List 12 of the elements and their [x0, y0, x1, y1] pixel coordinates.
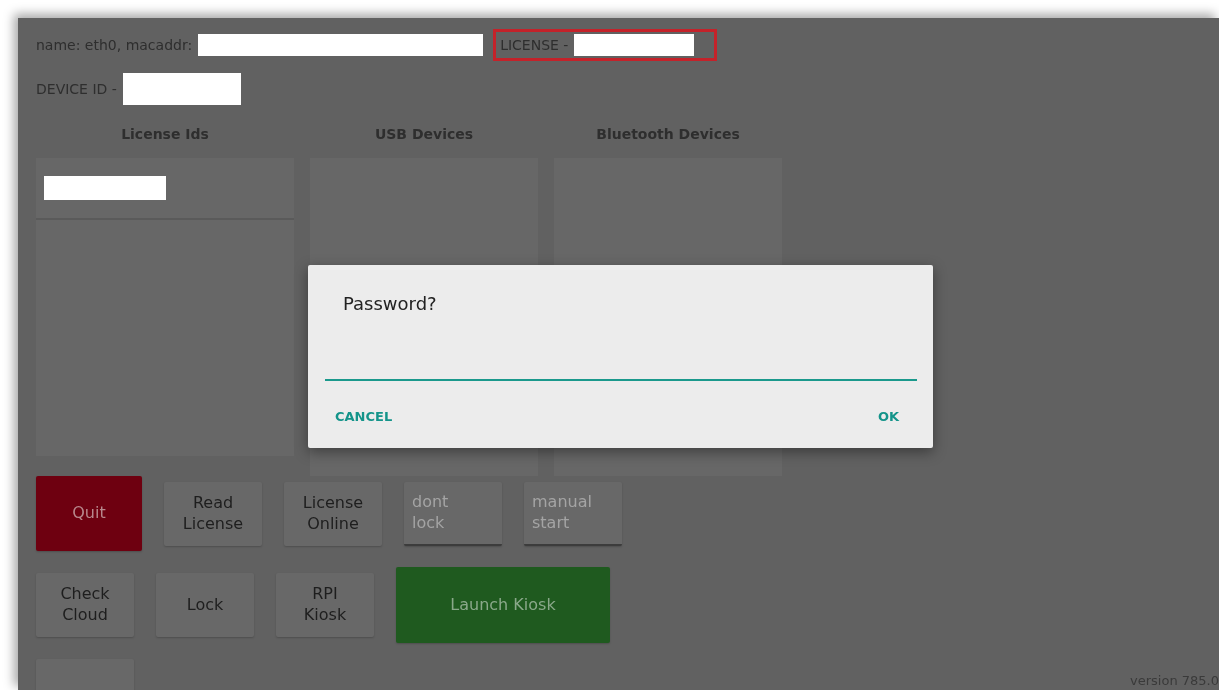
action-button[interactable]: RPI Kiosk [276, 573, 374, 637]
dialog-button[interactable]: OK [867, 405, 909, 428]
action-button[interactable]: License Online [284, 481, 382, 546]
action-button[interactable]: Read License [164, 481, 262, 546]
action-button[interactable]: Lock [156, 573, 254, 637]
action-button[interactable]: Check Cloud [36, 573, 134, 637]
toggle-button[interactable]: dont lock [404, 481, 502, 546]
action-button[interactable]: Launch Kiosk [396, 567, 610, 643]
action-button[interactable]: Quit [36, 476, 142, 551]
toggle-button[interactable]: manual start [524, 481, 622, 546]
dialog-title: Password? [342, 293, 438, 316]
dialog-button[interactable]: CANCEL [325, 405, 403, 428]
